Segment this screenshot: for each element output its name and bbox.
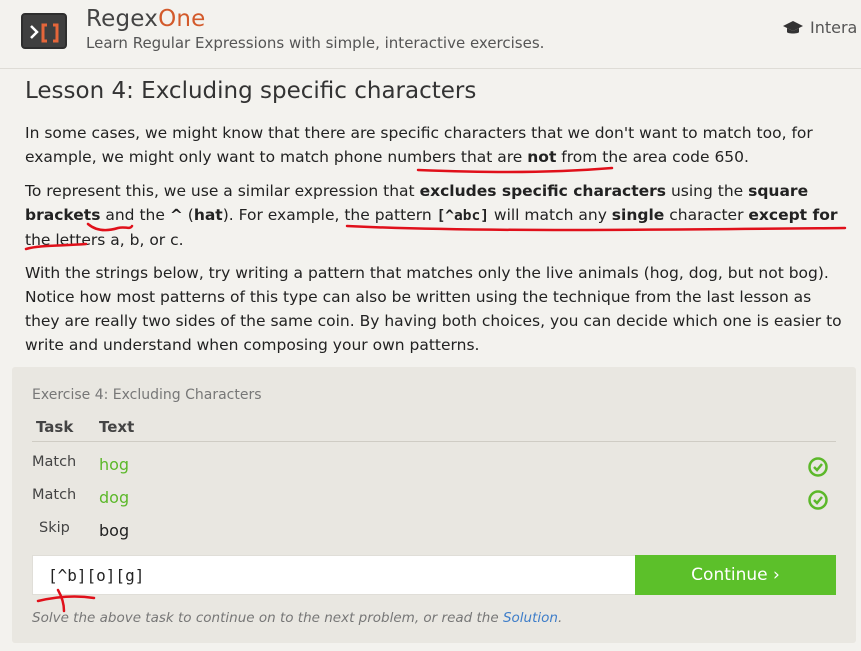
table-row: Match hog bbox=[12, 449, 856, 481]
task-cell: Match bbox=[32, 487, 77, 503]
text-cell: bog bbox=[99, 521, 130, 540]
lesson-title: Lesson 4: Excluding specific characters bbox=[25, 78, 477, 104]
graduation-cap-icon bbox=[783, 21, 803, 34]
nav-interactive-tutorial[interactable]: Intera bbox=[782, 18, 857, 37]
text-cell: dog bbox=[99, 488, 130, 507]
table-row: Skip bog bbox=[12, 515, 856, 547]
table-row: Match dog bbox=[12, 482, 856, 514]
brand-name[interactable]: RegexOne bbox=[86, 6, 206, 32]
exercise-title: Exercise 4: Excluding Characters bbox=[32, 387, 262, 403]
header-divider bbox=[0, 68, 861, 69]
site-header: RegexOne Learn Regular Expressions with … bbox=[0, 0, 861, 68]
check-circle-icon bbox=[808, 457, 828, 477]
pattern-input-wrapper bbox=[32, 555, 636, 595]
text-cell: hog bbox=[99, 455, 130, 474]
table-header-divider bbox=[32, 441, 836, 442]
logo[interactable] bbox=[21, 13, 67, 49]
lesson-paragraph-3: With the strings below, try writing a pa… bbox=[25, 264, 842, 354]
tagline: Learn Regular Expressions with simple, i… bbox=[86, 34, 545, 52]
continue-button[interactable]: Continue › bbox=[635, 555, 836, 595]
column-header-text: Text bbox=[99, 418, 135, 436]
hint-text: Solve the above task to continue on to t… bbox=[32, 610, 563, 626]
check-circle-icon bbox=[808, 490, 828, 510]
column-header-task: Task bbox=[36, 418, 74, 436]
pattern-input[interactable] bbox=[33, 556, 635, 594]
lesson-paragraph-1: In some cases, we might know that there … bbox=[25, 124, 813, 166]
terminal-brackets-icon bbox=[30, 23, 59, 43]
lesson-paragraph-2: To represent this, we use a similar expr… bbox=[25, 182, 838, 249]
solution-link[interactable]: Solution bbox=[503, 610, 558, 626]
task-cell: Match bbox=[32, 454, 77, 470]
exercise-panel: Exercise 4: Excluding Characters Task Te… bbox=[12, 367, 856, 643]
task-cell: Skip bbox=[39, 520, 70, 536]
